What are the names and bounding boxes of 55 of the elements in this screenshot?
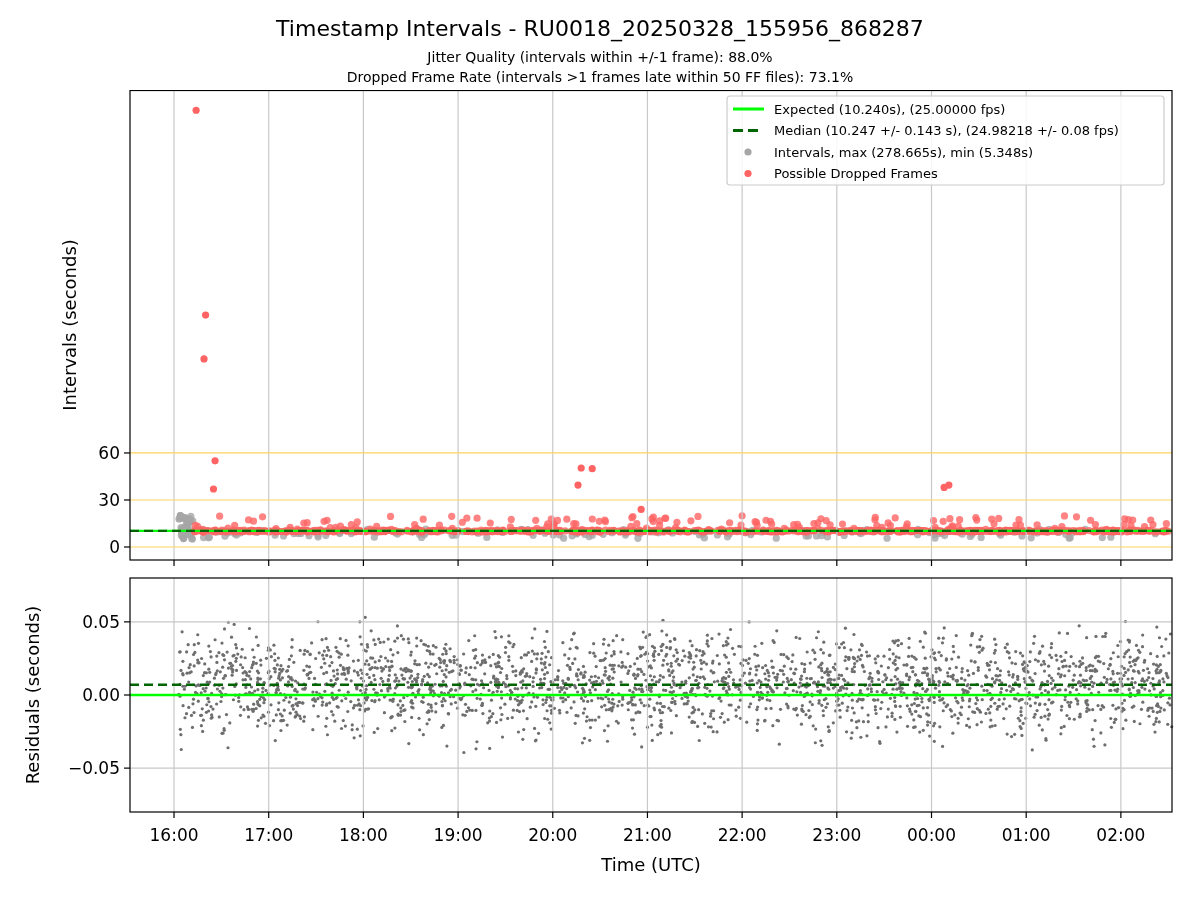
- x-tick-label: 23:00: [812, 825, 862, 845]
- tick-mark: [741, 811, 743, 819]
- tick-mark: [173, 559, 175, 567]
- tick-mark: [1025, 811, 1027, 819]
- tick-mark: [930, 811, 933, 819]
- tick-mark: [123, 767, 131, 769]
- legend-label: Possible Dropped Frames: [774, 166, 938, 181]
- x-tick-label: 18:00: [338, 825, 388, 845]
- tick-mark: [123, 499, 131, 501]
- tick-mark: [1120, 559, 1122, 567]
- tick-mark: [836, 559, 838, 567]
- tick-mark: [1025, 559, 1027, 567]
- legend-label: Expected (10.240s), (25.00000 fps): [774, 101, 1006, 117]
- tick-mark: [268, 559, 270, 567]
- tick-mark: [741, 559, 743, 567]
- tick-mark: [930, 559, 933, 567]
- tick-mark: [646, 559, 649, 567]
- tick-mark: [362, 811, 364, 819]
- x-tick-label: 21:00: [622, 825, 672, 845]
- y-tick-label: 0.05: [82, 611, 120, 632]
- x-tick-label: 01:00: [1001, 825, 1051, 845]
- y-axis-label: Intervals (seconds): [59, 239, 80, 411]
- x-tick-label: 02:00: [1096, 825, 1146, 845]
- x-tick-label: 00:00: [907, 825, 956, 845]
- y-tick-label: 30: [98, 490, 120, 510]
- tick-mark: [123, 452, 131, 454]
- x-tick-label: 22:00: [717, 825, 767, 845]
- tick-mark: [457, 559, 459, 567]
- tick-mark: [836, 811, 838, 819]
- legend-label: Intervals, max (278.665s), min (5.348s): [774, 144, 1033, 160]
- x-axis-label: Time (UTC): [601, 854, 701, 875]
- y-axis-label: Residuals (seconds): [22, 605, 43, 785]
- tick-mark: [123, 694, 131, 696]
- tick-mark: [1120, 811, 1122, 819]
- figure-subtitle: Jitter Quality (intervals within +/-1 frame): 88.0%: [427, 48, 773, 67]
- y-tick-label: −0.05: [67, 758, 120, 779]
- x-tick-label: 16:00: [149, 825, 199, 845]
- tick-mark: [123, 546, 131, 548]
- tick-mark: [268, 811, 270, 819]
- y-tick-label: 0: [109, 537, 120, 557]
- tick-mark: [362, 559, 364, 567]
- y-tick-label: 0.00: [82, 685, 120, 705]
- y-tick-label: 60: [98, 442, 120, 463]
- x-tick-label: 20:00: [528, 825, 578, 845]
- legend-label: Median (10.247 +/- 0.143 s), (24.98218 +/- 0.08 fps): [774, 123, 1119, 138]
- tick-mark: [173, 811, 175, 819]
- tick-mark: [646, 811, 649, 819]
- figure-title: Timestamp Intervals - RU0018_20250328_155956_868287: [276, 15, 924, 43]
- x-tick-label: 19:00: [433, 825, 483, 845]
- tick-mark: [123, 621, 131, 623]
- tick-mark: [552, 811, 554, 819]
- x-tick-label: 17:00: [244, 825, 294, 845]
- figure-subtitle: Dropped Frame Rate (intervals >1 frames late within 50 FF files): 73.1%: [346, 68, 854, 87]
- tick-mark: [552, 559, 554, 567]
- tick-mark: [457, 811, 459, 819]
